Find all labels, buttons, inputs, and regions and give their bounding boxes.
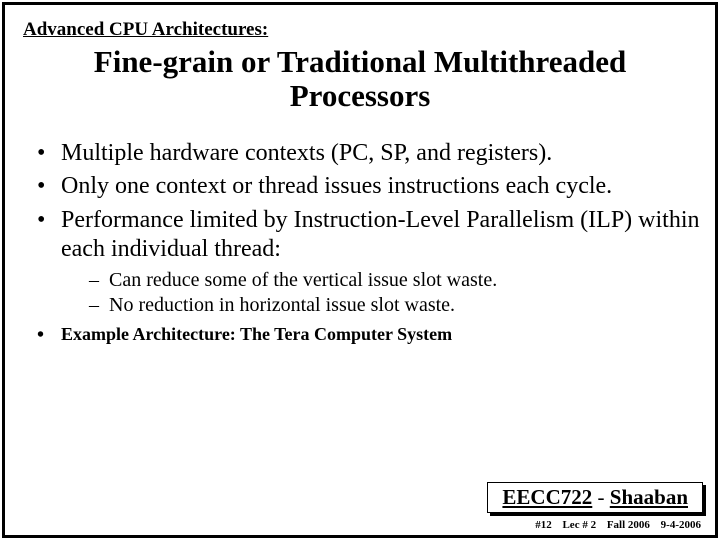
sub-bullet-2: No reduction in horizontal issue slot wa… [89, 293, 701, 318]
slide-number: #12 [535, 519, 552, 531]
bullet-list: Multiple hardware contexts (PC, SP, and … [19, 139, 701, 318]
bullet-item-2: Only one context or thread issues instru… [37, 172, 701, 201]
bullet-item-3: Performance limited by Instruction-Level… [37, 206, 701, 319]
sub-bullet-list: Can reduce some of the vertical issue sl… [61, 268, 701, 318]
sub-bullet-1: Can reduce some of the vertical issue sl… [89, 268, 701, 293]
slide-frame: Advanced CPU Architectures: Fine-grain o… [2, 2, 718, 538]
bullet-item-3-text: Performance limited by Instruction-Level… [61, 207, 700, 262]
title-line-1: Fine-grain or Traditional Multithreaded [94, 44, 626, 79]
footer-dash: - [592, 485, 610, 509]
footline: #12 Lec # 2 Fall 2006 9-4-2006 [527, 519, 701, 531]
course-code: EECC722 [502, 485, 592, 509]
term-label: Fall 2006 [607, 519, 650, 531]
slide-title: Fine-grain or Traditional Multithreaded … [19, 45, 701, 113]
author-name: Shaaban [610, 485, 688, 509]
title-line-2: Processors [290, 78, 431, 113]
bullet-item-1: Multiple hardware contexts (PC, SP, and … [37, 139, 701, 168]
example-line: Example Architecture: The Tera Computer … [19, 324, 701, 345]
date-label: 9-4-2006 [661, 519, 701, 531]
lecture-number: Lec # 2 [562, 519, 596, 531]
slide-kicker: Advanced CPU Architectures: [23, 19, 701, 41]
course-footer-box: EECC722 - Shaaban [487, 482, 703, 513]
